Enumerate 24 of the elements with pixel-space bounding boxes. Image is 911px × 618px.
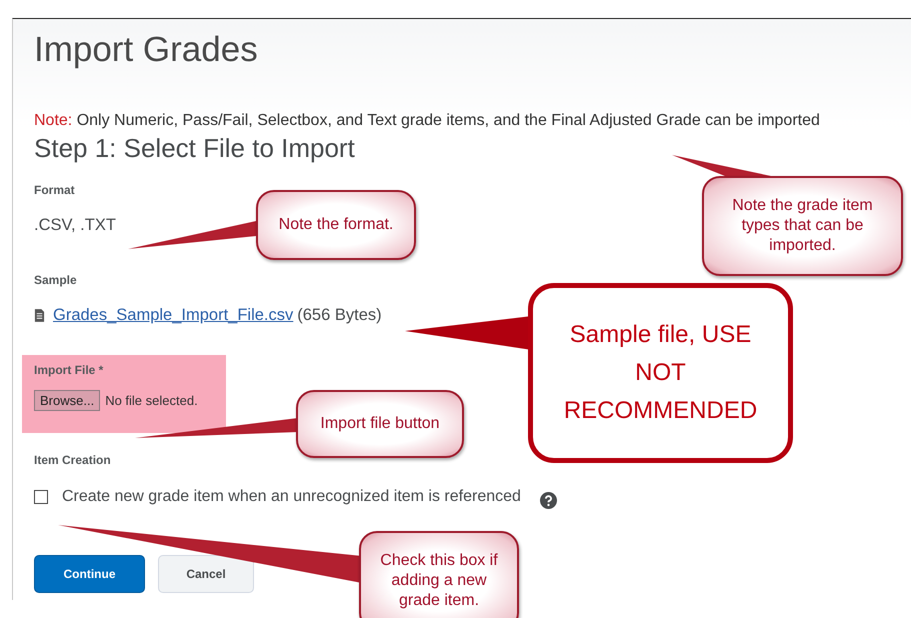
field-label: Format xyxy=(34,183,76,197)
field-label: Item Creation xyxy=(34,453,112,467)
callout: Note the format. xyxy=(256,190,416,260)
file-size: (656 Bytes) xyxy=(297,305,382,325)
file-link[interactable]: Grades_Sample_Import_File.csv xyxy=(53,305,294,325)
callout: Import file button xyxy=(296,390,464,458)
field-label: Import File * xyxy=(34,362,104,377)
field-label: Sample xyxy=(34,273,78,287)
checkbox-label: Create new grade item when an unrecognized item is referenced xyxy=(62,488,521,506)
step-heading: Step 1: Select File to Import xyxy=(34,133,356,163)
continue-button[interactable]: Continue xyxy=(34,555,145,593)
page-title: Import Grades xyxy=(34,29,259,71)
document-icon xyxy=(34,308,45,322)
format-value: .CSV, .TXT xyxy=(34,215,116,235)
callout: Note the grade item types that can be imported. xyxy=(702,176,903,276)
cancel-button[interactable]: Cancel xyxy=(158,555,254,593)
file-status: No file selected. xyxy=(105,393,198,408)
note-text: Only Numeric, Pass/Fail, Selectbox, and Text grade items, and the Final Adjusted Grade can be imported xyxy=(76,112,820,129)
callout: Check this box if adding a new grade item. xyxy=(359,531,519,618)
callout: Sample file, USE NOT RECOMMENDED xyxy=(528,283,793,463)
help-icon[interactable] xyxy=(540,492,557,509)
browse-button[interactable]: Browse... xyxy=(34,390,100,411)
note-label: Note: xyxy=(34,112,72,129)
checkbox[interactable] xyxy=(34,490,48,504)
